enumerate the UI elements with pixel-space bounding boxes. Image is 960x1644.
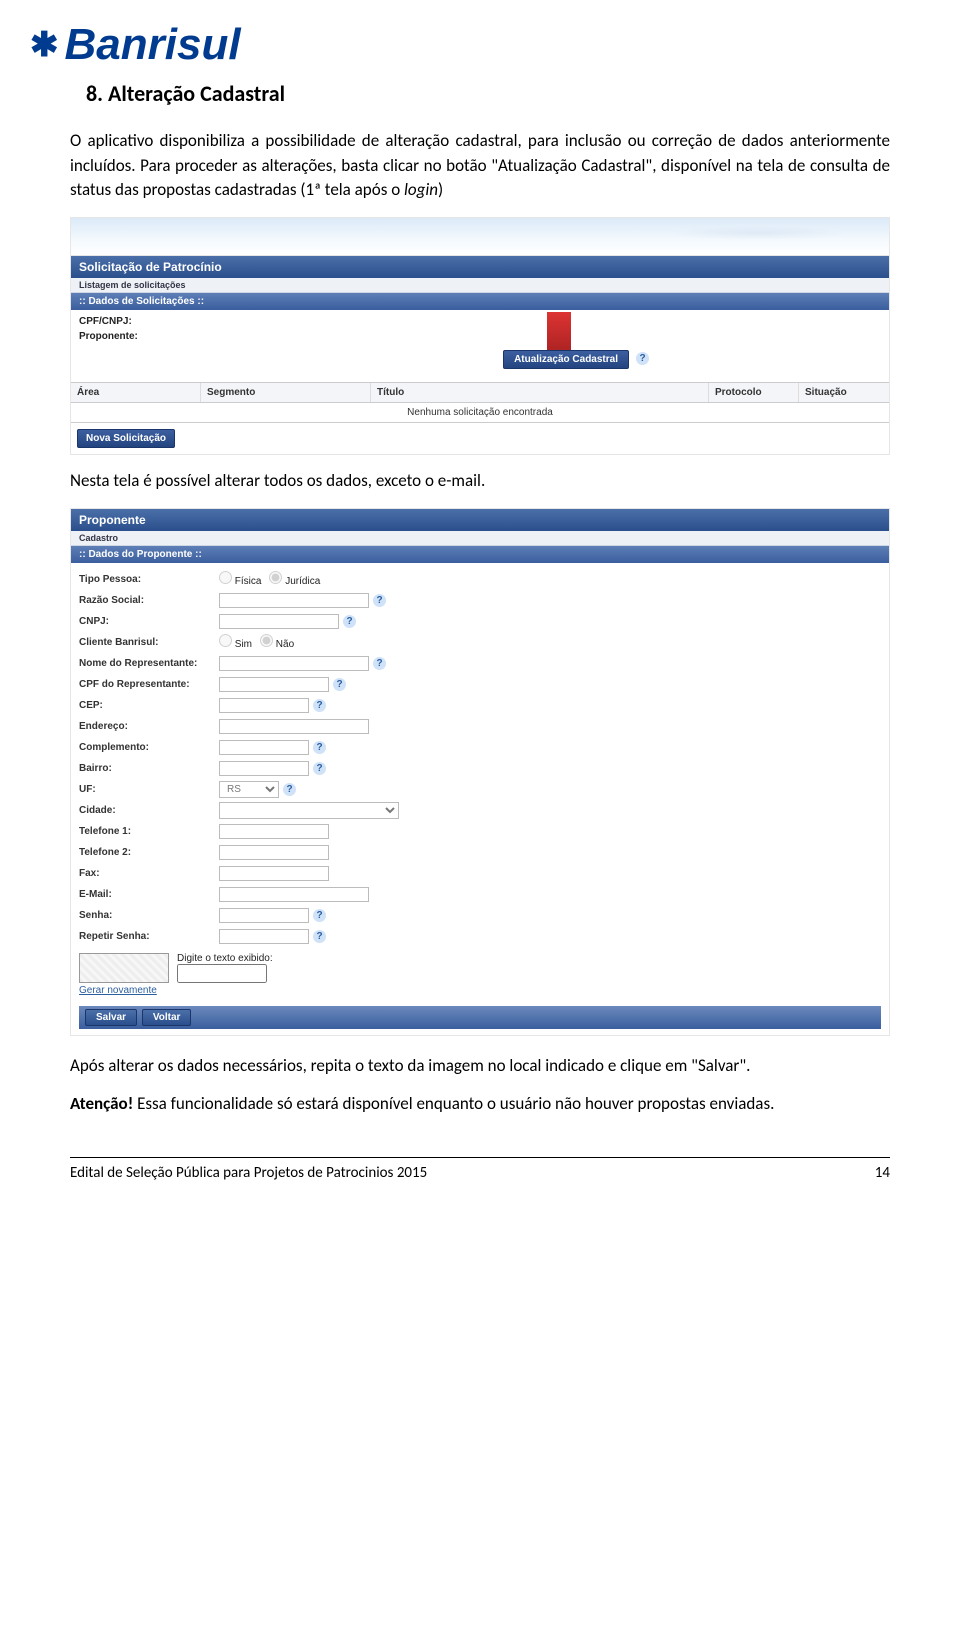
- cidade-label: Cidade:: [79, 805, 219, 816]
- salvar-button[interactable]: Salvar: [85, 1009, 137, 1026]
- cidade-select[interactable]: [219, 802, 399, 819]
- razao-social-input[interactable]: [219, 593, 369, 608]
- telefone1-label: Telefone 1:: [79, 826, 219, 837]
- nome-rep-label: Nome do Representante:: [79, 658, 219, 669]
- banrisul-logo: ✱ Banrisul: [0, 0, 960, 80]
- help-icon[interactable]: ?: [636, 352, 649, 365]
- help-icon[interactable]: ?: [333, 678, 346, 691]
- help-icon[interactable]: ?: [313, 741, 326, 754]
- help-icon[interactable]: ?: [343, 615, 356, 628]
- email-input[interactable]: [219, 887, 369, 902]
- col-area: Área: [71, 383, 201, 402]
- cpf-rep-label: CPF do Representante:: [79, 679, 219, 690]
- cpf-rep-input[interactable]: [219, 677, 329, 692]
- panel2-section: :: Dados do Proponente ::: [71, 546, 889, 563]
- captcha-label: Digite o texto exibido:: [177, 953, 273, 964]
- help-icon[interactable]: ?: [373, 657, 386, 670]
- uf-label: UF:: [79, 784, 219, 795]
- nova-solicitacao-button[interactable]: Nova Solicitação: [77, 429, 175, 448]
- cliente-banrisul-label: Cliente Banrisul:: [79, 637, 219, 648]
- fax-label: Fax:: [79, 868, 219, 879]
- endereco-label: Endereço:: [79, 721, 219, 732]
- mid-paragraph: Nesta tela é possível alterar todos os d…: [70, 469, 890, 494]
- intro-paragraph: O aplicativo disponibiliza a possibilida…: [70, 129, 890, 203]
- panel-title: Solicitação de Patrocínio: [71, 256, 889, 278]
- repetir-senha-label: Repetir Senha:: [79, 931, 219, 942]
- section-heading: 8. Alteração Cadastral: [86, 80, 890, 107]
- help-icon[interactable]: ?: [373, 594, 386, 607]
- proponente-label: Proponente:: [79, 331, 151, 342]
- cliente-sim-radio[interactable]: Sim: [219, 634, 252, 650]
- col-protocolo: Protocolo: [709, 383, 799, 402]
- email-label: E-Mail:: [79, 889, 219, 900]
- col-situacao: Situação: [799, 383, 889, 402]
- uf-select[interactable]: RS: [219, 781, 279, 798]
- header-wave: [71, 218, 889, 256]
- logo-mark-icon: ✱: [30, 25, 59, 65]
- fax-input[interactable]: [219, 866, 329, 881]
- panel2-title: Proponente: [71, 509, 889, 531]
- help-icon[interactable]: ?: [313, 930, 326, 943]
- telefone2-label: Telefone 2:: [79, 847, 219, 858]
- tipo-juridica-radio[interactable]: Jurídica: [269, 571, 320, 587]
- atualizacao-cadastral-button[interactable]: Atualização Cadastral: [503, 350, 629, 369]
- complemento-label: Complemento:: [79, 742, 219, 753]
- results-grid: Área Segmento Título Protocolo Situação …: [71, 382, 889, 423]
- bairro-label: Bairro:: [79, 763, 219, 774]
- col-titulo: Título: [371, 383, 709, 402]
- voltar-button[interactable]: Voltar: [142, 1009, 192, 1026]
- panel2-subtitle: Cadastro: [71, 531, 889, 546]
- gerar-novamente-link[interactable]: Gerar novamente: [79, 985, 881, 996]
- panel-subtitle: Listagem de solicitações: [71, 278, 889, 293]
- cpf-cnpj-label: CPF/CNPJ:: [79, 316, 151, 327]
- help-icon[interactable]: ?: [313, 909, 326, 922]
- screenshot-solicitacao: Solicitação de Patrocínio Listagem de so…: [70, 217, 890, 455]
- complemento-input[interactable]: [219, 740, 309, 755]
- captcha-input[interactable]: [177, 964, 267, 983]
- help-icon[interactable]: ?: [283, 783, 296, 796]
- red-arrow-icon: [547, 312, 571, 354]
- cnpj-label: CNPJ:: [79, 616, 219, 627]
- logo-text: Banrisul: [65, 20, 241, 70]
- senha-label: Senha:: [79, 910, 219, 921]
- page-footer: Edital de Seleção Pública para Projetos …: [70, 1157, 890, 1182]
- grid-empty-msg: Nenhuma solicitação encontrada: [71, 403, 889, 423]
- cep-label: CEP:: [79, 700, 219, 711]
- endereco-input[interactable]: [219, 719, 369, 734]
- repetir-senha-input[interactable]: [219, 929, 309, 944]
- col-segmento: Segmento: [201, 383, 371, 402]
- page-number: 14: [875, 1164, 890, 1182]
- attention-label: Atenção!: [70, 1093, 133, 1114]
- captcha-image: [79, 953, 169, 983]
- footer-text: Edital de Seleção Pública para Projetos …: [70, 1164, 427, 1182]
- bairro-input[interactable]: [219, 761, 309, 776]
- nome-rep-input[interactable]: [219, 656, 369, 671]
- help-icon[interactable]: ?: [313, 699, 326, 712]
- attention-paragraph: Atenção! Essa funcionalidade só estará d…: [70, 1092, 890, 1117]
- razao-social-label: Razão Social:: [79, 595, 219, 606]
- cep-input[interactable]: [219, 698, 309, 713]
- cnpj-input[interactable]: [219, 614, 339, 629]
- tipo-pessoa-label: Tipo Pessoa:: [79, 574, 219, 585]
- help-icon[interactable]: ?: [313, 762, 326, 775]
- after-paragraph-1: Após alterar os dados necessários, repit…: [70, 1054, 890, 1079]
- telefone1-input[interactable]: [219, 824, 329, 839]
- cliente-nao-radio[interactable]: Não: [260, 634, 294, 650]
- screenshot-proponente: Proponente Cadastro :: Dados do Proponen…: [70, 508, 890, 1036]
- tipo-fisica-radio[interactable]: Física: [219, 571, 261, 587]
- senha-input[interactable]: [219, 908, 309, 923]
- section-bar: :: Dados de Solicitações ::: [71, 293, 889, 310]
- telefone2-input[interactable]: [219, 845, 329, 860]
